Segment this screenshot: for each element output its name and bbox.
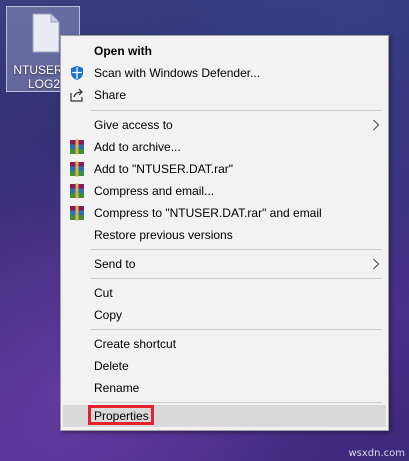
menu-item-label: Cut: [94, 286, 113, 300]
menu-item-create-shortcut[interactable]: Create shortcut: [63, 333, 386, 355]
menu-separator: [91, 249, 382, 250]
menu-item-compress-email[interactable]: Compress and email...: [63, 180, 386, 202]
menu-item-label: Open with: [94, 44, 152, 58]
menu-item-add-to-archive[interactable]: Add to archive...: [63, 136, 386, 158]
watermark: wsxdn.com: [348, 448, 405, 459]
highlight-outline: [88, 405, 154, 425]
menu-item-add-to-rar[interactable]: Add to "NTUSER.DAT.rar": [63, 158, 386, 180]
menu-item-label: Delete: [94, 359, 129, 373]
menu-item-label: Scan with Windows Defender...: [94, 66, 261, 80]
defender-shield-icon: [71, 66, 83, 80]
menu-item-send-to[interactable]: Send to: [63, 253, 386, 275]
menu-item-open-with[interactable]: Open with: [63, 40, 386, 62]
share-icon: [70, 88, 83, 102]
winrar-icon: [70, 161, 84, 177]
chevron-right-icon: [373, 119, 380, 131]
menu-item-rename[interactable]: Rename: [63, 377, 386, 399]
menu-item-label: Add to "NTUSER.DAT.rar": [94, 162, 233, 176]
menu-item-copy[interactable]: Copy: [63, 304, 386, 326]
menu-item-label: Give access to: [94, 118, 173, 132]
menu-separator: [91, 329, 382, 330]
menu-item-label: Compress and email...: [94, 184, 215, 198]
menu-item-scan-defender[interactable]: Scan with Windows Defender...: [63, 62, 386, 84]
winrar-icon: [70, 139, 84, 155]
menu-item-cut[interactable]: Cut: [63, 282, 386, 304]
winrar-icon: [70, 183, 84, 199]
menu-separator: [91, 110, 382, 111]
menu-item-label: Compress to "NTUSER.DAT.rar" and email: [94, 206, 322, 220]
chevron-right-icon: [373, 258, 380, 270]
menu-item-label: Restore previous versions: [94, 228, 233, 242]
menu-item-label: Share: [94, 88, 127, 102]
menu-item-compress-rar-email[interactable]: Compress to "NTUSER.DAT.rar" and email: [63, 202, 386, 224]
menu-separator: [91, 278, 382, 279]
winrar-icon: [70, 205, 84, 221]
menu-item-delete[interactable]: Delete: [63, 355, 386, 377]
context-menu: Open with Scan with Windows Defender... …: [60, 35, 389, 431]
blank-file-icon: [32, 13, 60, 53]
menu-item-properties[interactable]: Properties: [63, 405, 386, 427]
menu-item-give-access[interactable]: Give access to: [63, 114, 386, 136]
menu-separator: [91, 402, 382, 403]
menu-item-label: Send to: [94, 257, 136, 271]
menu-item-label: Rename: [94, 381, 140, 395]
menu-item-label: Copy: [94, 308, 123, 322]
menu-item-share[interactable]: Share: [63, 84, 386, 106]
menu-item-label: Create shortcut: [94, 337, 177, 351]
menu-item-label: Add to archive...: [94, 140, 181, 154]
menu-item-restore-versions[interactable]: Restore previous versions: [63, 224, 386, 246]
